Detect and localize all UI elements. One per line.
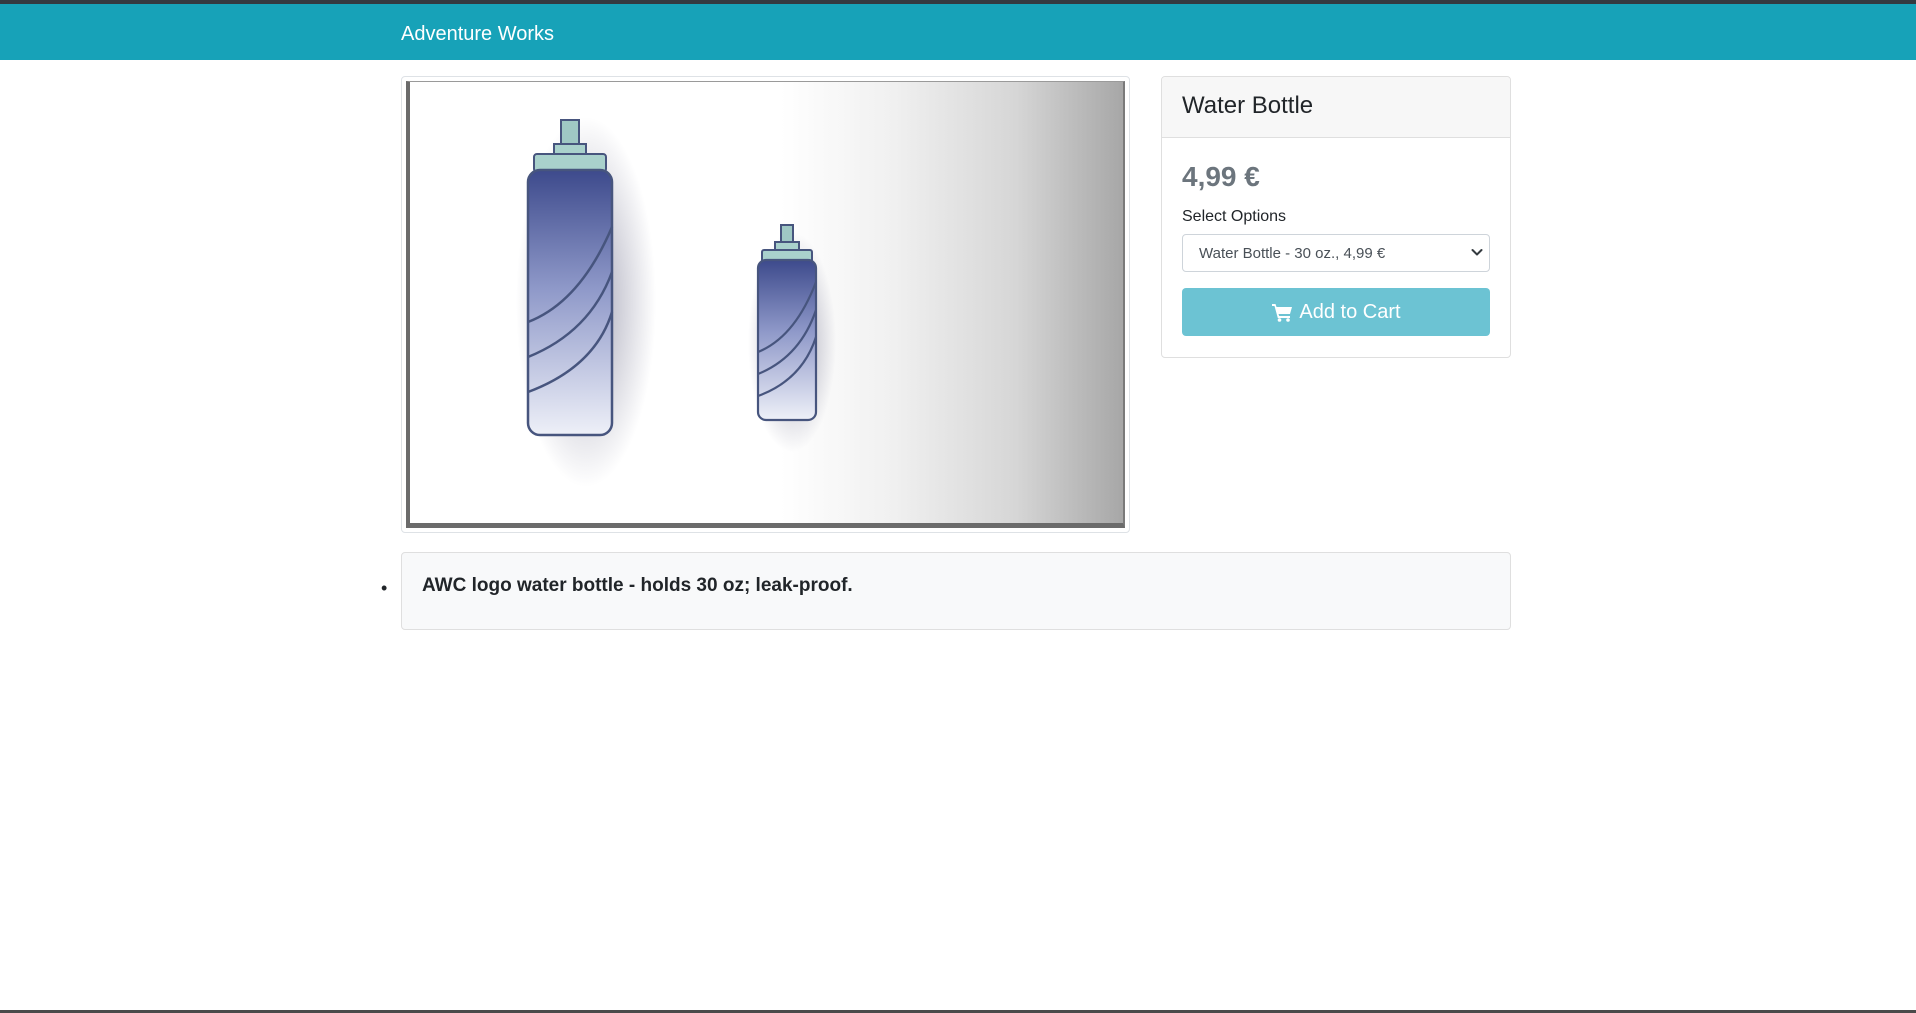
product-title: Water Bottle [1182, 92, 1314, 119]
product-description-box: AWC logo water bottle - holds 30 oz; lea… [401, 552, 1511, 630]
purchase-card: Water Bottle 4,99 € Select Options Water… [1161, 76, 1511, 358]
purchase-card-body: 4,99 € Select Options Water Bottle - 30 … [1162, 138, 1510, 356]
list-bullet: • [381, 578, 388, 598]
water-bottle-illustration [516, 117, 836, 487]
purchase-card-header: Water Bottle [1162, 77, 1510, 138]
product-image [406, 81, 1125, 528]
variant-select[interactable]: Water Bottle - 30 oz., 4,99 € [1182, 234, 1490, 272]
variant-select-value: Water Bottle - 30 oz., 4,99 € [1199, 245, 1386, 262]
product-price: 4,99 € [1182, 161, 1260, 192]
brand-link[interactable]: Adventure Works [401, 22, 554, 46]
chevron-down-icon [1471, 249, 1483, 256]
navbar: Adventure Works [0, 4, 1916, 60]
shopping-cart-icon [1272, 304, 1293, 322]
add-to-cart-button[interactable]: Add to Cart [1182, 288, 1490, 336]
product-image-card [401, 76, 1130, 533]
product-description: AWC logo water bottle - holds 30 oz; lea… [422, 575, 853, 596]
select-options-label: Select Options [1182, 208, 1287, 225]
add-to-cart-label: Add to Cart [1299, 300, 1401, 323]
